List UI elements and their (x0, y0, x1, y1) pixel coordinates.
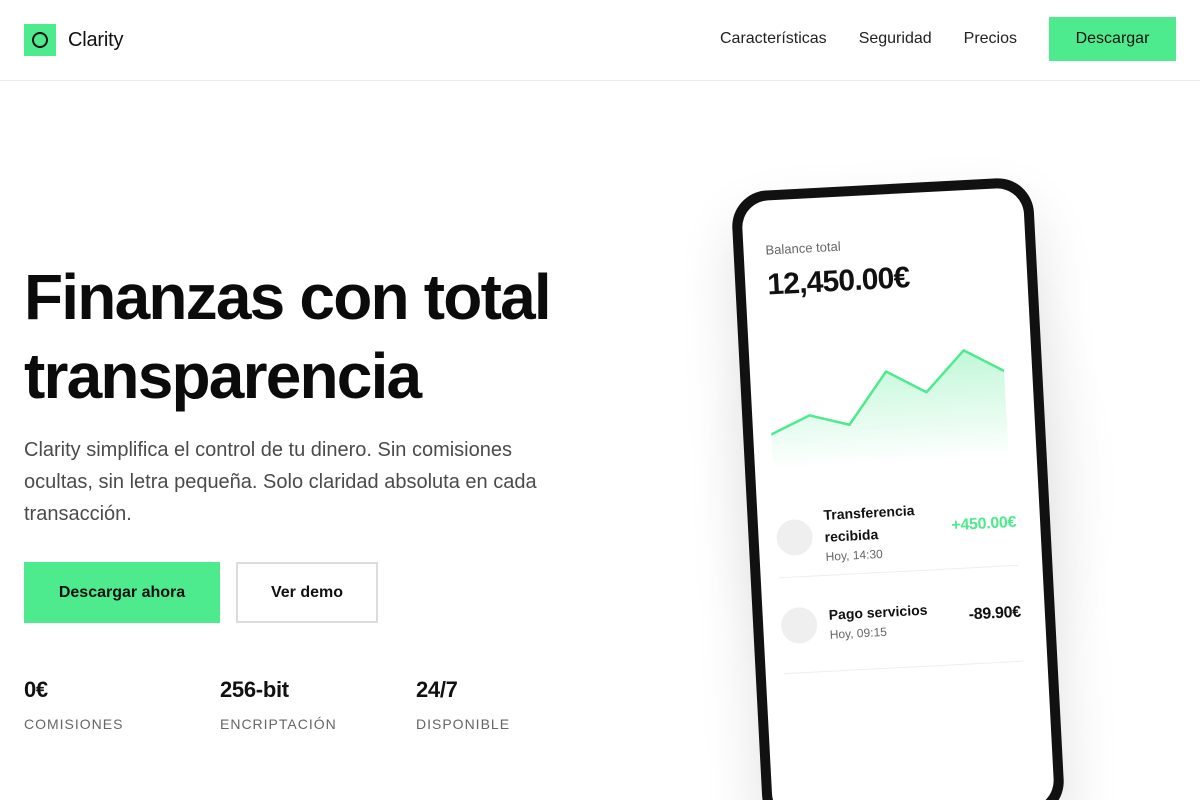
balance-trend-chart (770, 349, 1009, 471)
stat-label: ENCRIPTACIÓN (220, 716, 337, 732)
logo[interactable]: Clarity (24, 24, 123, 56)
stat-availability: 24/7 DISPONIBLE (416, 676, 510, 732)
nav-download-button[interactable]: Descargar (1049, 17, 1176, 61)
transaction-name: Transferencia recibida (823, 502, 915, 545)
transaction-amount: -89.90€ (968, 603, 1022, 624)
transaction-item[interactable]: Pago servicios Hoy, 09:15 -89.90€ (779, 583, 1024, 675)
hero-title-line-1: Finanzas con total (24, 261, 552, 333)
trend-area (771, 350, 1009, 471)
download-now-button[interactable]: Descargar ahora (24, 562, 220, 623)
transaction-item[interactable]: Transferencia recibida Hoy, 14:30 +450.0… (774, 487, 1019, 579)
view-demo-button[interactable]: Ver demo (236, 562, 378, 623)
stat-label: DISPONIBLE (416, 716, 511, 732)
main-nav: Características Seguridad Precios Descar… (720, 17, 1176, 61)
transaction-name: Pago servicios (828, 601, 928, 623)
stat-value: 24/7 (416, 677, 458, 702)
balance-value: 12,450.00€ (766, 261, 911, 302)
hero-subtitle: Clarity simplifica el control de tu dine… (24, 439, 537, 525)
stat-encryption: 256-bit ENCRIPTACIÓN (220, 676, 337, 732)
phone-mockup: Balance total 12,450.00€ Transferencia r… (730, 176, 1066, 800)
transaction-avatar (780, 606, 819, 645)
nav-link-seguridad[interactable]: Seguridad (859, 17, 932, 61)
balance-label: Balance total (765, 238, 841, 258)
nav-link-precios[interactable]: Precios (964, 17, 1017, 61)
phone-screen: Balance total 12,450.00€ Transferencia r… (740, 187, 1056, 800)
transaction-time: Hoy, 14:30 (825, 546, 884, 564)
site-header: Clarity Características Seguridad Precio… (0, 0, 1200, 81)
logo-mark-icon (24, 24, 56, 56)
stat-value: 256-bit (220, 677, 289, 702)
transaction-amount: +450.00€ (950, 513, 1017, 535)
hero-title: Finanzas con total transparencia (24, 258, 644, 416)
stat-value: 0€ (24, 677, 48, 702)
stat-label: COMISIONES (24, 716, 124, 732)
nav-link-caracteristicas[interactable]: Características (720, 17, 827, 61)
stat-fees: 0€ COMISIONES (24, 676, 123, 732)
hero-title-line-2: transparencia (24, 340, 422, 412)
transaction-time: Hoy, 09:15 (829, 624, 888, 642)
transaction-avatar (775, 518, 814, 557)
logo-text: Clarity (68, 28, 124, 51)
